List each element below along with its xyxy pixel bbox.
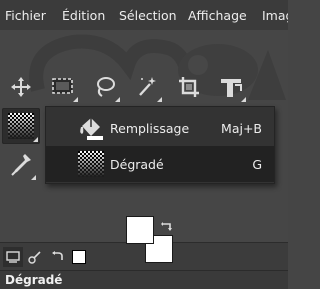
tool-group-indicator-icon (115, 97, 120, 102)
lasso-icon (97, 77, 115, 97)
foreground-color-swatch[interactable] (126, 216, 154, 244)
magic-wand-icon (139, 77, 156, 96)
popup-item-shortcut: Maj+B (221, 121, 262, 136)
tool-group-indicator-icon (31, 175, 36, 180)
move-tool-button[interactable] (4, 70, 38, 104)
lasso-tool-button[interactable] (88, 70, 122, 104)
tab-tool-options[interactable] (3, 247, 23, 267)
transform-icon (221, 79, 242, 97)
tool-group-popup-menu: Remplissage Maj+B Dégradé G (45, 106, 275, 184)
popup-item-gradient[interactable]: Dégradé G (46, 146, 274, 182)
popup-item-label: Dégradé (110, 157, 164, 172)
color-picker-tool-button[interactable] (4, 148, 38, 182)
popup-item-bucket-fill[interactable]: Remplissage Maj+B (46, 110, 274, 146)
tab-device-status[interactable] (25, 247, 45, 267)
crop-icon (179, 77, 199, 97)
fuzzy-select-tool-button[interactable] (130, 70, 164, 104)
tool-group-indicator-icon (157, 97, 162, 102)
menu-select[interactable]: Sélection (119, 8, 177, 23)
rect-select-tool-button[interactable] (46, 70, 80, 104)
popup-item-label: Remplissage (110, 121, 190, 136)
tab-undo-history[interactable] (47, 247, 67, 267)
tab-images[interactable] (69, 247, 89, 267)
move-icon (11, 77, 31, 97)
gradient-icon (8, 113, 34, 139)
tool-options-title-bar: Dégradé (0, 270, 288, 289)
eyedropper-icon (11, 154, 31, 176)
menu-bar: Fichier Édition Sélection Affichage Imag (0, 0, 288, 30)
tool-group-indicator-icon (33, 137, 38, 142)
menu-file[interactable]: Fichier (5, 8, 46, 23)
tool-group-indicator-icon (241, 97, 246, 102)
menu-view[interactable]: Affichage (188, 8, 247, 23)
transform-tool-button[interactable] (214, 70, 248, 104)
swap-colors-icon[interactable] (160, 220, 174, 234)
crop-tool-button[interactable] (172, 70, 206, 104)
panel-title: Dégradé (5, 273, 63, 287)
images-icon (72, 250, 86, 264)
tool-group-indicator-icon (73, 97, 78, 102)
popup-item-shortcut: G (252, 157, 262, 172)
gradient-tool-button[interactable] (2, 108, 40, 144)
bucket-fill-icon (80, 118, 103, 140)
tool-options-icon (6, 251, 20, 263)
menu-edit[interactable]: Édition (62, 8, 105, 23)
gradient-icon (78, 151, 104, 177)
device-status-icon (28, 251, 41, 264)
dock-tab-bar (0, 242, 288, 271)
rect-select-icon (52, 78, 73, 94)
menu-image[interactable]: Imag (262, 8, 288, 23)
undo-history-icon (52, 251, 63, 260)
